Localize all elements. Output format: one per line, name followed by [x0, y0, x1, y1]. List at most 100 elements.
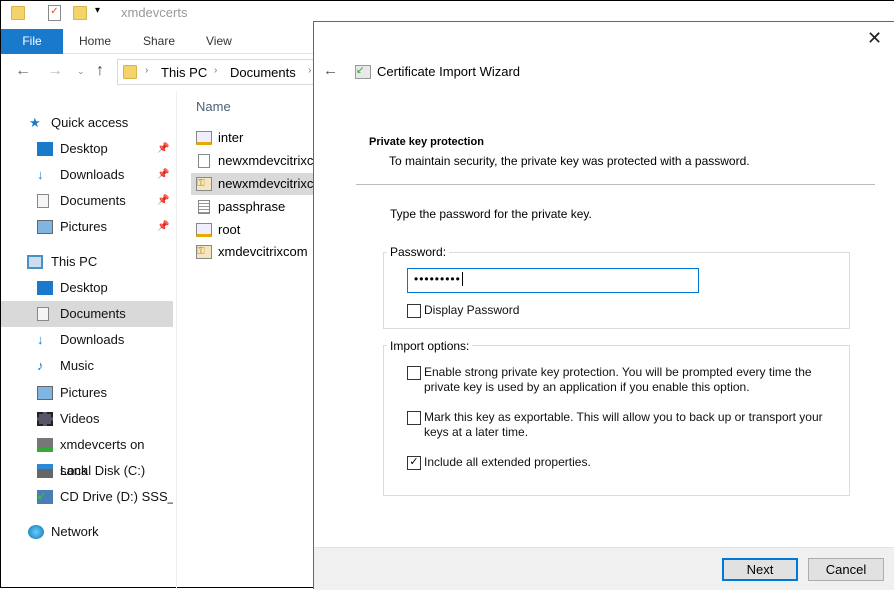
wizard-footer: Next Cancel — [314, 547, 894, 590]
pin-icon[interactable]: 📌 — [157, 136, 169, 162]
tab-file[interactable]: File — [1, 29, 63, 54]
network-icon — [28, 525, 44, 539]
sidebar-item-downloads[interactable]: ↓ Downloads — [1, 327, 173, 353]
cd-drive-icon: ↙ — [37, 490, 53, 504]
password-input[interactable]: ••••••••• — [407, 268, 699, 293]
sidebar-label: Pictures — [60, 219, 107, 234]
extended-properties-checkbox[interactable]: ✓ — [407, 456, 421, 470]
file-name: inter — [218, 130, 244, 145]
file-name: newxmdevcitrixcom — [218, 153, 313, 168]
up-icon[interactable]: ↑ — [96, 62, 104, 80]
chevron-right-icon: › — [145, 65, 149, 76]
sidebar-label: Network — [51, 524, 99, 539]
customize-toolbar-icon[interactable]: ▾ — [95, 5, 100, 16]
breadcrumb-documents[interactable]: Documents — [230, 65, 296, 80]
computer-icon — [27, 255, 43, 269]
tab-share[interactable]: Share — [143, 29, 175, 54]
text-cursor — [461, 272, 463, 286]
strong-protection-checkbox[interactable] — [407, 366, 421, 380]
sidebar-item-cd-drive[interactable]: ↙ CD Drive (D:) SSS_X( — [1, 484, 173, 510]
documents-icon — [37, 307, 49, 321]
breadcrumb-this-pc[interactable]: This PC — [161, 65, 207, 80]
password-value: ••••••••• — [414, 272, 461, 286]
display-password-checkbox[interactable] — [407, 304, 421, 318]
pin-icon[interactable]: 📌 — [157, 214, 169, 240]
sidebar-item-local-disk[interactable]: Local Disk (C:) — [1, 458, 173, 484]
certificate-icon — [196, 223, 212, 237]
pictures-icon — [37, 220, 53, 234]
desktop-icon — [37, 142, 53, 156]
strong-protection-label[interactable]: Enable strong private key protection. Yo… — [424, 365, 834, 395]
separator — [356, 184, 875, 185]
back-icon[interactable]: ← — [15, 62, 31, 80]
pane-divider[interactable] — [176, 91, 177, 589]
import-options-label: Import options: — [387, 339, 473, 353]
sidebar-item-documents[interactable]: Documents — [1, 301, 173, 327]
documents-icon — [37, 194, 49, 208]
file-item[interactable]: ⚿ newxmdevcitrixcom — [191, 173, 313, 195]
close-icon[interactable]: ✕ — [867, 28, 882, 49]
file-item[interactable]: inter — [191, 127, 313, 149]
certificate-wizard-icon: ↙ — [355, 65, 371, 79]
properties-icon[interactable]: ✓ — [48, 5, 61, 21]
display-password-label[interactable]: Display Password — [424, 303, 519, 318]
sidebar-item-pictures[interactable]: Pictures — [1, 380, 173, 406]
file-item[interactable]: passphrase — [191, 196, 313, 218]
tab-home[interactable]: Home — [79, 29, 111, 54]
sidebar-label: Downloads — [60, 332, 125, 347]
sidebar-item-this-pc[interactable]: This PC — [1, 249, 173, 275]
sidebar-label: Videos — [60, 411, 100, 426]
back-icon[interactable]: ← — [323, 62, 338, 79]
pictures-icon — [37, 386, 53, 400]
file-name: root — [218, 222, 241, 237]
sidebar-label: Documents — [60, 306, 126, 321]
local-disk-icon — [37, 464, 53, 478]
sidebar-item-videos[interactable]: Videos — [1, 406, 173, 432]
password-prompt: Type the password for the private key. — [390, 207, 592, 221]
network-drive-icon — [37, 438, 53, 452]
exportable-checkbox[interactable] — [407, 411, 421, 425]
pin-icon[interactable]: 📌 — [157, 162, 169, 188]
sidebar-item-network-drive[interactable]: xmdevcerts on sank — [1, 432, 173, 478]
sidebar-item-network[interactable]: Network — [1, 519, 173, 545]
desktop-icon — [37, 281, 53, 295]
music-icon: ♪ — [37, 358, 44, 373]
exportable-label[interactable]: Mark this key as exportable. This will a… — [424, 410, 834, 440]
wizard-title: Certificate Import Wizard — [377, 64, 521, 79]
certificate-import-wizard-dialog: ✕ ← ↙ Certificate Import Wizard Private … — [313, 21, 894, 590]
folder-icon — [11, 6, 25, 20]
sidebar-label: Quick access — [51, 115, 129, 130]
address-bar[interactable]: › This PC › Documents › — [117, 59, 317, 85]
password-group-label: Password: — [387, 245, 450, 259]
forward-icon[interactable]: → — [47, 62, 63, 80]
pin-icon[interactable]: 📌 — [157, 188, 169, 214]
downloads-icon: ↓ — [37, 332, 44, 347]
sidebar-item-quick-access[interactable]: ★ Quick access — [1, 110, 173, 136]
file-item[interactable]: newxmdevcitrixcom — [191, 150, 313, 172]
cancel-button[interactable]: Cancel — [808, 558, 884, 581]
next-button[interactable]: Next — [722, 558, 798, 581]
downloads-icon: ↓ — [37, 167, 44, 182]
sidebar-label: Documents — [60, 193, 126, 208]
section-heading: Private key protection — [369, 136, 484, 148]
sidebar-label: Music — [60, 358, 94, 373]
sidebar-item-desktop[interactable]: Desktop 📌 — [1, 136, 173, 162]
sidebar-item-music[interactable]: ♪ Music — [1, 353, 173, 379]
sidebar-item-desktop[interactable]: Desktop — [1, 275, 173, 301]
sidebar-item-documents[interactable]: Documents 📌 — [1, 188, 173, 214]
recent-locations-icon[interactable]: ⌄ — [77, 66, 85, 77]
extended-properties-label[interactable]: Include all extended properties. — [424, 455, 591, 470]
sidebar-label: Pictures — [60, 385, 107, 400]
file-item[interactable]: root — [191, 219, 313, 241]
pfx-key-icon: ⚿ — [196, 177, 212, 191]
sidebar-label: CD Drive (D:) SSS_X( — [60, 489, 173, 504]
sidebar-item-downloads[interactable]: ↓ Downloads 📌 — [1, 162, 173, 188]
file-item[interactable]: ⚿ xmdevcitrixcom — [191, 241, 313, 263]
new-folder-icon[interactable] — [73, 6, 87, 20]
sidebar-item-pictures[interactable]: Pictures 📌 — [1, 214, 173, 240]
section-subheading: To maintain security, the private key wa… — [389, 154, 750, 168]
column-header-name[interactable]: Name — [196, 99, 231, 114]
file-name: xmdevcitrixcom — [218, 244, 308, 259]
chevron-right-icon: › — [308, 65, 312, 76]
tab-view[interactable]: View — [206, 29, 232, 54]
